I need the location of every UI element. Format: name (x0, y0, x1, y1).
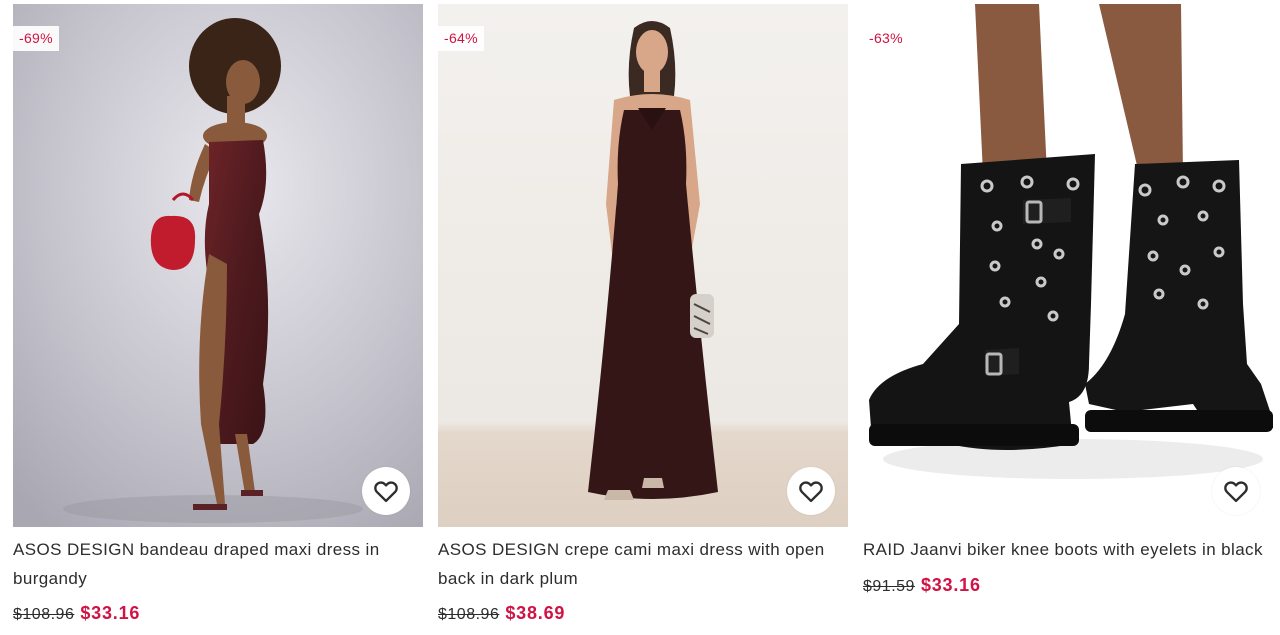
model-burgundy-dress-photo (13, 4, 423, 527)
product-card[interactable]: -63% RAID Jaanvi biker knee boots with e… (863, 4, 1273, 596)
wishlist-button[interactable] (362, 467, 410, 515)
original-price: $91.59 (863, 577, 915, 595)
black-biker-boots-photo (863, 4, 1273, 527)
model-plum-dress-photo (438, 4, 848, 527)
price-row: $108.96 $38.69 (438, 603, 848, 624)
sale-price: $38.69 (505, 603, 566, 623)
wishlist-button[interactable] (787, 467, 835, 515)
heart-icon (799, 481, 823, 503)
original-price: $108.96 (438, 606, 500, 623)
product-title[interactable]: ASOS DESIGN crepe cami maxi dress with o… (438, 536, 838, 593)
product-title[interactable]: RAID Jaanvi biker knee boots with eyelet… (863, 536, 1263, 565)
product-title[interactable]: ASOS DESIGN bandeau draped maxi dress in… (13, 536, 413, 593)
original-price: $108.96 (13, 606, 75, 623)
price-row: $91.59 $33.16 (863, 575, 1273, 596)
sale-price: $33.16 (920, 574, 981, 595)
product-image[interactable]: -64% (438, 4, 848, 527)
product-card[interactable]: -64% ASOS DESIGN crepe cami maxi dress w… (438, 4, 848, 624)
price-row: $108.96 $33.16 (13, 603, 423, 624)
product-image[interactable]: -63% (863, 4, 1273, 527)
sale-price: $33.16 (80, 603, 141, 623)
discount-badge: -63% (869, 30, 903, 46)
heart-icon (374, 481, 398, 503)
product-grid: -69% ASOS DESIGN bandeau draped maxi dre… (0, 0, 1280, 635)
heart-icon (1224, 481, 1248, 503)
product-image[interactable]: -69% (13, 4, 423, 527)
discount-badge: -64% (438, 26, 484, 51)
wishlist-button[interactable] (1212, 467, 1260, 515)
discount-badge: -69% (13, 26, 59, 51)
product-card[interactable]: -69% ASOS DESIGN bandeau draped maxi dre… (13, 4, 423, 624)
